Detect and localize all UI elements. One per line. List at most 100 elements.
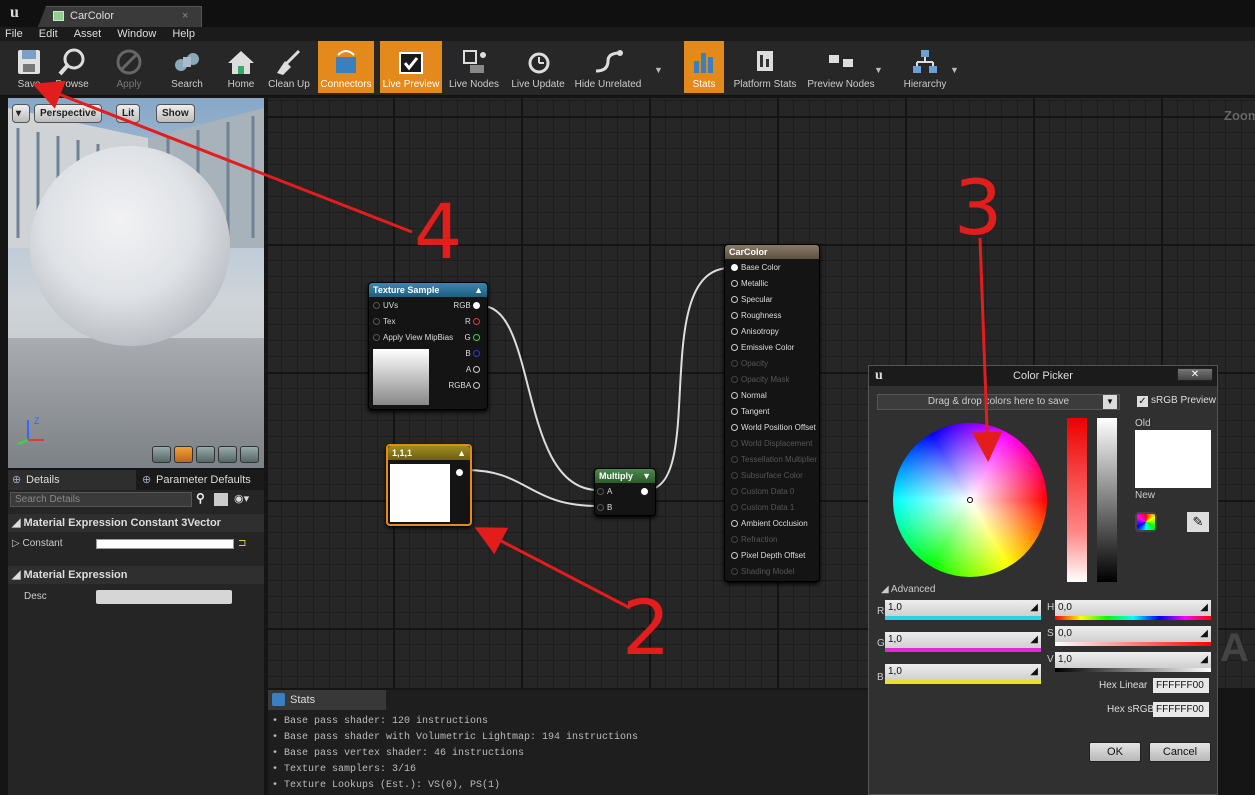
preview-cylinder-icon[interactable] — [152, 446, 171, 463]
preview-cube-icon[interactable] — [218, 446, 237, 463]
pin-rgb[interactable]: RGB — [453, 301, 483, 311]
h-value-input[interactable]: 0,0 ◢ — [1055, 600, 1211, 616]
texture-sample-node[interactable]: Texture Sample ▲ UVs Tex Apply View MipBi… — [368, 282, 488, 410]
lit-button[interactable]: Lit — [116, 104, 141, 123]
live-update-button[interactable]: Live Update — [506, 41, 570, 93]
g-value-input[interactable]: 1,0 ◢ — [885, 632, 1041, 648]
material-pin[interactable]: Specular — [731, 295, 773, 305]
material-pin[interactable]: Roughness — [731, 311, 781, 321]
material-pin[interactable]: Subsurface Color — [731, 471, 803, 481]
material-pin[interactable]: Ambient Occlusion — [731, 519, 808, 529]
pin-const-output[interactable] — [456, 468, 466, 478]
s-value-input[interactable]: 0,0 ◢ — [1055, 626, 1211, 642]
close-tab-icon[interactable]: × — [182, 10, 188, 22]
color-picker-title-bar[interactable]: u Color Picker — [869, 366, 1217, 386]
menu-window[interactable]: Window — [117, 27, 156, 41]
hex-linear-input[interactable]: FFFFFF00 — [1153, 678, 1209, 693]
material-pin[interactable]: Opacity Mask — [731, 375, 789, 385]
material-pin[interactable]: Anisotropy — [731, 327, 779, 337]
hierarchy-button[interactable]: Hierarchy — [898, 41, 952, 93]
menu-file[interactable]: File — [5, 27, 23, 41]
material-pin[interactable]: Custom Data 0 — [731, 487, 794, 497]
hide-unrelated-button[interactable]: Hide Unrelated — [572, 41, 644, 93]
desc-input[interactable] — [96, 590, 232, 604]
cancel-button[interactable]: Cancel — [1149, 742, 1211, 762]
section-material-expression[interactable]: ◢ Material Expression — [8, 566, 264, 584]
color-wheel-cursor[interactable] — [967, 497, 973, 503]
eyedropper-icon[interactable]: ✎ — [1187, 512, 1209, 532]
saturation-slider[interactable] — [1067, 418, 1087, 582]
collapse-icon[interactable]: ▲ — [457, 446, 466, 460]
preview-sphere-icon[interactable] — [174, 446, 193, 463]
preview-nodes-dropdown-icon[interactable]: ▼ — [874, 65, 883, 75]
pin-multiply-a[interactable]: A — [597, 487, 612, 497]
viewport-options-dropdown-icon[interactable]: ▾ — [12, 104, 30, 123]
material-pin[interactable]: Pixel Depth Offset — [731, 551, 805, 561]
color-theme-dropdown[interactable]: Drag & drop colors here to save — [877, 394, 1120, 410]
preview-custom-mesh-icon[interactable] — [240, 446, 259, 463]
material-pin[interactable]: Custom Data 1 — [731, 503, 794, 513]
srgb-preview-checkbox[interactable]: ✓ — [1137, 396, 1148, 407]
tab-stats[interactable]: Stats — [268, 690, 386, 710]
details-search-input[interactable]: Search Details — [10, 492, 192, 507]
constant-3vector-node[interactable]: 1,1,1 ▲ — [386, 444, 472, 526]
pin-multiply-output[interactable] — [641, 487, 651, 497]
pin-rgba[interactable]: RGBA — [449, 381, 483, 391]
constant-color-swatch[interactable] — [96, 539, 234, 549]
menu-asset[interactable]: Asset — [74, 27, 102, 41]
hide-unrelated-dropdown-icon[interactable]: ▼ — [654, 65, 663, 75]
material-pin[interactable]: World Displacement — [731, 439, 812, 449]
live-preview-button[interactable]: Live Preview — [380, 41, 442, 93]
pin-a[interactable]: A — [466, 365, 483, 375]
apply-button[interactable]: Apply — [108, 41, 150, 93]
reset-arrow-icon[interactable]: ⊐ — [238, 534, 246, 554]
v-value-input[interactable]: 1,0 ◢ — [1055, 652, 1211, 668]
advanced-toggle[interactable]: ◢ Advanced — [881, 584, 935, 595]
pin-uvs[interactable]: UVs — [373, 301, 398, 311]
pin-mipbias[interactable]: Apply View MipBias — [373, 333, 453, 343]
multiply-node[interactable]: Multiply ▼ A B — [594, 468, 656, 516]
material-pin[interactable]: Opacity — [731, 359, 768, 369]
color-wheel[interactable] — [893, 423, 1047, 577]
home-button[interactable]: Home — [222, 41, 260, 93]
preview-nodes-button[interactable]: Preview Nodes — [806, 41, 876, 93]
r-value-input[interactable]: 1,0 ◢ — [885, 600, 1041, 616]
collapse-icon[interactable]: ▼ — [642, 469, 651, 483]
preview-viewport[interactable]: ▾ Perspective Lit Show Z — [8, 98, 264, 468]
ok-button[interactable]: OK — [1089, 742, 1141, 762]
close-button[interactable]: ✕ — [1177, 368, 1213, 381]
document-tab[interactable]: CarColor × — [38, 6, 202, 27]
perspective-button[interactable]: Perspective — [34, 104, 103, 123]
stats-button[interactable]: Stats — [684, 41, 724, 93]
chevron-down-icon[interactable]: ▼ — [1103, 395, 1117, 409]
view-options-icon[interactable] — [214, 493, 228, 506]
pin-b[interactable]: B — [465, 349, 483, 359]
pin-g[interactable]: G — [465, 333, 483, 343]
material-pin[interactable]: Refraction — [731, 535, 777, 545]
browse-button[interactable]: Browse — [50, 41, 94, 93]
material-pin[interactable]: Emissive Color — [731, 343, 794, 353]
preview-plane-icon[interactable] — [196, 446, 215, 463]
platform-stats-button[interactable]: Platform Stats — [728, 41, 802, 93]
pin-r[interactable]: R — [465, 317, 483, 327]
show-button[interactable]: Show — [156, 104, 195, 123]
menu-help[interactable]: Help — [172, 27, 195, 41]
clean-up-button[interactable]: Clean Up — [264, 41, 314, 93]
material-pin[interactable]: Shading Model — [731, 567, 794, 577]
collapse-icon[interactable]: ▲ — [474, 283, 483, 297]
material-pin[interactable]: Tessellation Multiplier — [731, 455, 817, 465]
value-slider[interactable] — [1097, 418, 1117, 582]
tab-parameter-defaults[interactable]: ⊕ Parameter Defaults — [138, 470, 264, 490]
eye-visibility-icon[interactable]: ◉▾ — [234, 492, 249, 505]
save-button[interactable]: Save — [10, 41, 48, 93]
material-pin[interactable]: Base Color — [731, 263, 781, 273]
search-button[interactable]: Search — [166, 41, 208, 93]
material-pin[interactable]: Tangent — [731, 407, 769, 417]
color-wheel-mode-icon[interactable] — [1135, 512, 1157, 532]
live-nodes-button[interactable]: Live Nodes — [446, 41, 502, 93]
menu-edit[interactable]: Edit — [39, 27, 58, 41]
b-value-input[interactable]: 1,0 ◢ — [885, 664, 1041, 680]
connectors-button[interactable]: Connectors — [318, 41, 374, 93]
tab-details[interactable]: ⊕ Details — [8, 470, 136, 490]
material-pin[interactable]: World Position Offset — [731, 423, 816, 433]
